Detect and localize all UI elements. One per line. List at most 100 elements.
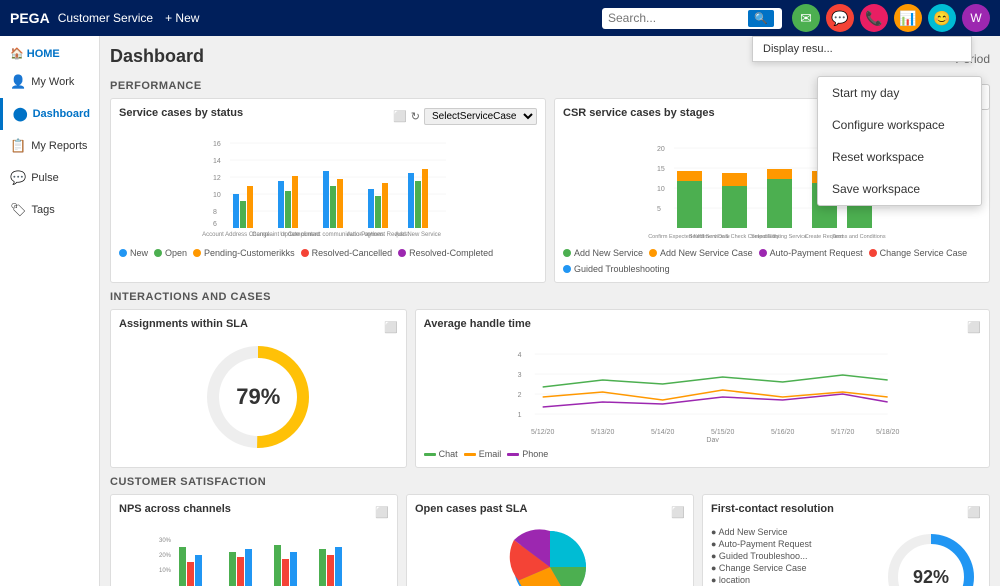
svg-text:6: 6 <box>213 221 217 228</box>
fcr-expand-icon[interactable]: ⬜ <box>967 506 981 519</box>
svg-text:20: 20 <box>657 146 665 153</box>
svg-text:30%: 30% <box>159 538 172 544</box>
svg-text:5/15/20: 5/15/20 <box>711 429 734 436</box>
svg-text:20%: 20% <box>159 553 172 559</box>
sidebar-home[interactable]: 🏠 HOME <box>0 41 99 66</box>
fcr-percent: 92% <box>913 567 949 586</box>
interactions-row: Assignments within SLA ⬜ 79% Average <box>110 309 990 468</box>
legend-guided: Guided Troubleshooting <box>563 264 670 274</box>
sla-donut: 79% <box>119 342 398 452</box>
phone-icon[interactable]: 📞 <box>860 4 888 32</box>
sidebar-item-tags[interactable]: 🏷 Tags <box>0 194 99 226</box>
service-cases-title: Service cases by status <box>119 107 243 119</box>
satisfaction-title: CUSTOMER SATISFACTION <box>110 476 990 488</box>
nps-header: NPS across channels ⬜ <box>119 503 389 521</box>
svg-text:Add New Service: Add New Service <box>395 232 442 238</box>
save-workspace-item[interactable]: Save workspace <box>818 173 981 205</box>
maximize-icon[interactable]: ⬜ <box>393 110 407 123</box>
search-input[interactable] <box>608 11 748 25</box>
reset-workspace-item[interactable]: Reset workspace <box>818 141 981 173</box>
bar-icon[interactable]: 📊 <box>894 4 922 32</box>
fcr-legend: ● Add New Service ● Auto-Payment Request… <box>711 527 873 586</box>
chat-icon[interactable]: 💬 <box>826 4 854 32</box>
page-title: Dashboard <box>110 46 204 67</box>
legend-new: New <box>119 248 148 258</box>
fcr-header: First-contact resolution ⬜ <box>711 503 981 521</box>
sla-title: Assignments within SLA <box>119 318 248 330</box>
face-icon[interactable]: 😊 <box>928 4 956 32</box>
service-cases-chart: 16 14 12 10 8 6 <box>119 131 537 241</box>
nps-card: NPS across channels ⬜ 30% 20% 10% <box>110 494 398 586</box>
svg-text:1: 1 <box>517 412 521 419</box>
sidebar-item-pulse[interactable]: 💬 Pulse <box>0 162 99 194</box>
legend-change-service: Change Service Case <box>869 248 968 258</box>
open-cases-sla-card: Open cases past SLA ⬜ <box>406 494 694 586</box>
aht-header: Average handle time ⬜ <box>424 318 981 336</box>
sidebar-item-dashboard[interactable]: ⬤ Dashboard <box>0 98 99 130</box>
new-button[interactable]: + New <box>165 11 199 25</box>
csr-title: CSR service cases by stages <box>563 107 715 119</box>
svg-text:14: 14 <box>213 158 221 165</box>
aht-expand-icon[interactable]: ⬜ <box>967 321 981 334</box>
aht-legend: Chat Email Phone <box>424 449 981 459</box>
fcr-card: First-contact resolution ⬜ ● Add New Ser… <box>702 494 990 586</box>
svg-text:16: 16 <box>213 141 221 148</box>
sidebar-myreports-label: My Reports <box>31 140 87 152</box>
svg-text:5/18/20: 5/18/20 <box>876 429 899 436</box>
legend-email: Email <box>464 449 502 459</box>
fcr-donut: 92% <box>881 527 981 586</box>
mywork-icon: 👤 <box>10 74 26 90</box>
legend-add-new-service-case: Add New Service Case <box>649 248 753 258</box>
service-cases-status-card: Service cases by status ⬜ ↻ SelectServic… <box>110 98 546 283</box>
legend-add-new-service: Add New Service <box>563 248 643 258</box>
sla-card: Assignments within SLA ⬜ 79% <box>110 309 407 468</box>
user-icon[interactable]: W <box>962 4 990 32</box>
card-controls: ⬜ ↻ SelectServiceCase <box>393 108 537 125</box>
svg-text:5/13/20: 5/13/20 <box>591 429 614 436</box>
svg-text:Day: Day <box>706 437 719 442</box>
status-legend: New Open Pending-Customerikks Resolved-C… <box>119 248 537 258</box>
sidebar-item-myreports[interactable]: 📋 My Reports <box>0 130 99 162</box>
search-button[interactable]: 🔍 <box>748 10 774 27</box>
svg-text:5/17/20: 5/17/20 <box>831 429 854 436</box>
interactions-section: INTERACTIONS AND CASES Assignments withi… <box>110 291 990 468</box>
svg-text:5/16/20: 5/16/20 <box>771 429 794 436</box>
display-results-bar: Display resu... <box>752 36 972 62</box>
card-header: Service cases by status ⬜ ↻ SelectServic… <box>119 107 537 125</box>
sidebar-tags-label: Tags <box>32 204 55 216</box>
open-cases-title: Open cases past SLA <box>415 503 528 515</box>
aht-title: Average handle time <box>424 318 531 330</box>
stages-legend: Add New Service Add New Service Case Aut… <box>563 248 981 274</box>
aht-card: Average handle time ⬜ 4 3 2 1 <box>415 309 990 468</box>
refresh-icon[interactable]: ↻ <box>411 110 420 123</box>
start-my-day-item[interactable]: Start my day <box>818 77 981 109</box>
fcr-title: First-contact resolution <box>711 503 834 515</box>
nps-title: NPS across channels <box>119 503 231 515</box>
svg-text:Terms and Conditions: Terms and Conditions <box>832 234 885 240</box>
dashboard-icon: ⬤ <box>13 106 28 122</box>
aht-chart: 4 3 2 1 5 <box>424 342 981 442</box>
service-case-select[interactable]: SelectServiceCase <box>424 108 537 125</box>
nps-expand-icon[interactable]: ⬜ <box>375 506 389 519</box>
nav-icons: ✉ 💬 📞 📊 😊 W <box>792 4 990 32</box>
open-cases-expand-icon[interactable]: ⬜ <box>671 506 685 519</box>
sidebar-item-mywork[interactable]: 👤 My Work <box>0 66 99 98</box>
svg-text:5: 5 <box>657 206 661 213</box>
sidebar-mywork-label: My Work <box>31 76 74 88</box>
svg-text:Select Existing Service: Select Existing Service <box>751 234 807 240</box>
myreports-icon: 📋 <box>10 138 26 154</box>
mail-icon[interactable]: ✉ <box>792 4 820 32</box>
configure-workspace-item[interactable]: Configure workspace <box>818 109 981 141</box>
svg-text:5/14/20: 5/14/20 <box>651 429 674 436</box>
main-content: Dashboard Period PERFORMANCE Service cas… <box>100 36 1000 586</box>
satisfaction-section: CUSTOMER SATISFACTION NPS across channel… <box>110 476 990 586</box>
legend-pending: Pending-Customerikks <box>193 248 295 258</box>
sidebar-dashboard-label: Dashboard <box>33 108 90 120</box>
svg-text:5/12/20: 5/12/20 <box>531 429 554 436</box>
sla-expand-icon[interactable]: ⬜ <box>384 321 398 334</box>
svg-text:4: 4 <box>517 352 521 359</box>
sidebar-pulse-label: Pulse <box>31 172 59 184</box>
app-name: Customer Service <box>58 11 153 25</box>
svg-text:15: 15 <box>657 166 665 173</box>
layout: 🏠 HOME 👤 My Work ⬤ Dashboard 📋 My Report… <box>0 36 1000 586</box>
